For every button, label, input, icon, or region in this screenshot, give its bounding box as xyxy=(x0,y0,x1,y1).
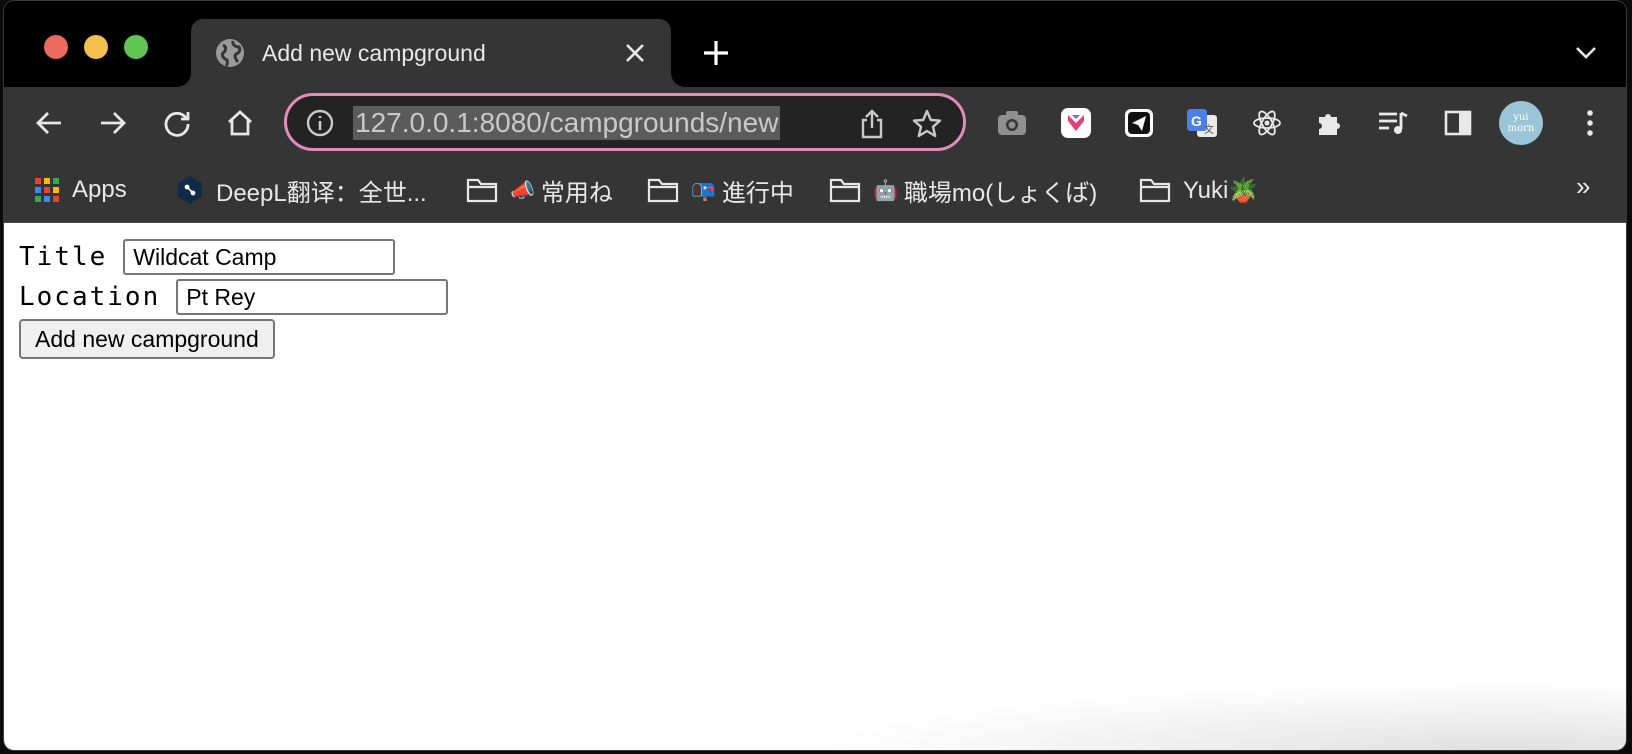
bookmark-label: 進行中 xyxy=(721,179,794,207)
site-info-icon[interactable] xyxy=(305,108,335,138)
new-campground-form: Title Location Add new campground xyxy=(19,237,449,359)
bookmark-deepl[interactable]: DeepL翻译：全世... xyxy=(176,173,427,207)
bookmarks-bar: Apps DeepL翻译：全世... 📣 常用ね 📭 進行中 🤖 職場mo(しょ… xyxy=(4,159,1626,223)
folder-icon xyxy=(647,177,679,203)
folder-icon xyxy=(829,177,861,203)
bookmark-folder-yuki[interactable]: Yuki🪴 xyxy=(1139,173,1258,207)
download-extension-icon[interactable] xyxy=(1058,105,1094,141)
svg-text:文: 文 xyxy=(1204,123,1214,136)
media-queue-icon[interactable] xyxy=(1375,105,1411,141)
bookmark-folder-in-progress[interactable]: 📭 進行中 xyxy=(647,173,794,207)
back-arrow-icon[interactable] xyxy=(31,105,67,141)
deepl-icon xyxy=(176,175,204,205)
page-content: Title Location Add new campground xyxy=(4,223,1626,750)
address-bar[interactable]: 127.0.0.1:8080/campgrounds/new xyxy=(284,93,966,151)
browser-window: Add new campground 127.0.0.1:8080/campgr… xyxy=(3,0,1627,751)
bookmark-star-icon[interactable] xyxy=(911,108,943,140)
title-row: Title xyxy=(19,237,448,277)
bookmark-folder-common[interactable]: 📣 常用ね xyxy=(466,173,613,207)
title-label: Title xyxy=(19,242,108,272)
bookmark-label: DeepL翻译：全世... xyxy=(216,179,427,207)
camera-extension-icon[interactable] xyxy=(994,105,1030,141)
megaphone-emoji-icon: 📣 xyxy=(510,179,535,202)
google-translate-icon[interactable]: G文 xyxy=(1184,105,1220,141)
robot-emoji-icon: 🤖 xyxy=(873,179,898,202)
share-icon[interactable] xyxy=(857,108,887,140)
bookmarks-overflow-button[interactable]: » xyxy=(1576,171,1590,202)
send-extension-icon[interactable] xyxy=(1121,105,1157,141)
bookmark-label: 常用ね xyxy=(540,179,613,207)
side-panel-icon[interactable] xyxy=(1440,105,1476,141)
extensions-puzzle-icon[interactable] xyxy=(1312,105,1348,141)
chevron-down-icon[interactable] xyxy=(1574,43,1598,63)
bookmark-apps[interactable]: Apps xyxy=(34,173,127,207)
profile-avatar[interactable]: yui morn xyxy=(1499,101,1543,145)
new-tab-icon[interactable] xyxy=(702,39,730,67)
react-devtools-icon[interactable] xyxy=(1249,105,1285,141)
globe-icon xyxy=(216,39,244,68)
close-window-button[interactable] xyxy=(44,35,68,59)
more-menu-icon[interactable] xyxy=(1572,105,1608,141)
bookmark-label: Apps xyxy=(72,176,127,203)
bookmark-folder-workplace[interactable]: 🤖 職場mo(しょくば) xyxy=(829,173,1097,207)
svg-text:G: G xyxy=(1191,113,1202,129)
title-input[interactable] xyxy=(123,239,396,275)
bookmark-label: 職場mo(しょくば) xyxy=(903,179,1098,207)
folder-icon xyxy=(466,177,498,203)
maximize-window-button[interactable] xyxy=(124,35,148,59)
browser-toolbar: 127.0.0.1:8080/campgrounds/new G文 yui mo… xyxy=(4,87,1626,159)
forward-arrow-icon[interactable] xyxy=(95,105,131,141)
reload-icon[interactable] xyxy=(159,105,195,141)
home-icon[interactable] xyxy=(222,105,258,141)
url-text[interactable]: 127.0.0.1:8080/campgrounds/new xyxy=(353,106,781,140)
tab-title: Add new campground xyxy=(262,40,486,66)
mailbox-emoji-icon: 📭 xyxy=(691,179,716,202)
minimize-window-button[interactable] xyxy=(84,35,108,59)
location-label: Location xyxy=(19,282,161,312)
folder-icon xyxy=(1139,177,1171,203)
location-row: Location xyxy=(19,277,449,317)
tab-active[interactable]: Add new campground xyxy=(191,19,671,87)
window-shadow xyxy=(806,682,1626,750)
tab-strip: Add new campground xyxy=(4,1,1626,87)
add-campground-button[interactable]: Add new campground xyxy=(19,319,275,359)
apps-grid-icon xyxy=(34,177,60,203)
close-tab-icon[interactable] xyxy=(623,41,647,65)
bookmark-label: Yuki🪴 xyxy=(1183,176,1259,204)
location-input[interactable] xyxy=(176,279,449,315)
